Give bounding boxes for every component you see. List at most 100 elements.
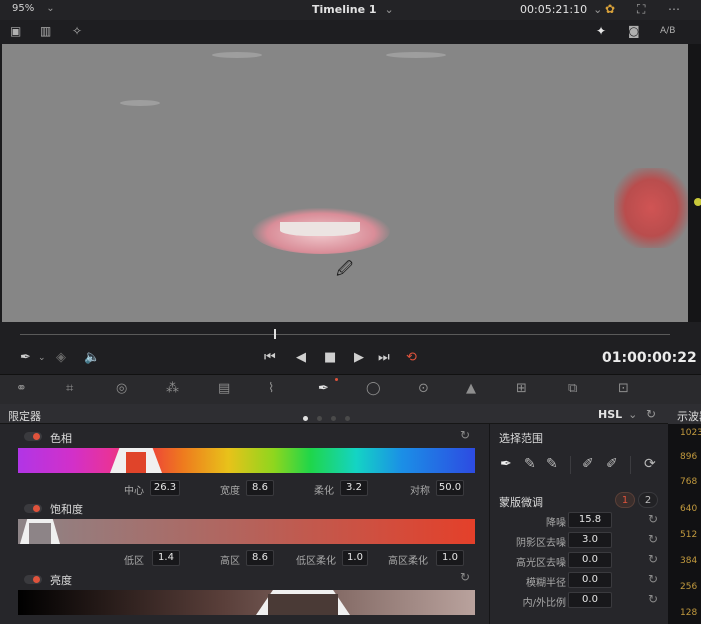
blur-radius-field[interactable]: 0.0: [568, 572, 612, 588]
hue-label: 色相: [50, 432, 72, 445]
highlight-denoise-field[interactable]: 0.0: [568, 552, 612, 568]
ab-compare-button[interactable]: A/B: [660, 26, 675, 36]
qualifier-mode-dropdown[interactable]: HSL ⌄: [598, 408, 637, 421]
scrubber-track[interactable]: [20, 334, 670, 335]
hue-range-bar[interactable]: [18, 448, 475, 473]
chevron-down-icon[interactable]: ⌄: [38, 353, 46, 363]
hue-center-field[interactable]: 26.3: [150, 480, 180, 496]
eyedropper-picker-icon[interactable]: ✒: [500, 456, 512, 472]
hue-symmetry-field[interactable]: 50.0: [436, 480, 464, 496]
key-icon[interactable]: ⊞: [516, 381, 527, 396]
hue-params-row: 中心 26.3 宽度 8.6 柔化 3.2 对称 50.0: [0, 480, 475, 497]
luminance-reset-icon[interactable]: ↻: [460, 570, 470, 584]
saturation-range-handle[interactable]: [20, 519, 60, 544]
magic-wand-icon[interactable]: ✧: [72, 24, 82, 38]
blur-radius-reset-icon[interactable]: ↻: [648, 572, 658, 586]
playhead[interactable]: [274, 329, 276, 339]
matte-mode-1-button[interactable]: 1: [615, 492, 635, 508]
denoise-reset-icon[interactable]: ↻: [648, 512, 658, 526]
saturation-range-bar[interactable]: [18, 519, 475, 544]
timeline-selector[interactable]: Timeline 1 ⌄: [312, 3, 394, 16]
play-icon[interactable]: ▶: [354, 350, 364, 365]
qualifier-title: 限定器: [8, 410, 41, 423]
hue-toggle[interactable]: [24, 432, 42, 441]
brow-shadow: [120, 100, 160, 106]
transport-bar: ✒ ⌄ ◈ 🔈 ⏮ ◀ ■ ▶ ⏭ ⟲ 01:00:00:22: [0, 322, 701, 374]
color-wheels-icon[interactable]: ◎: [116, 381, 127, 396]
viewer-side-strip: [688, 44, 701, 322]
hue-width-field[interactable]: 8.6: [246, 480, 274, 496]
luminance-range-bar[interactable]: [18, 590, 475, 615]
color-wheel-icon[interactable]: ✿: [605, 2, 615, 16]
scope-tick-label: 384: [680, 556, 698, 566]
play-reverse-icon[interactable]: ◀: [296, 350, 306, 365]
denoise-field[interactable]: 15.8: [568, 512, 612, 528]
split-viewer-icon[interactable]: ▥: [40, 24, 51, 38]
zoom-dropdown[interactable]: 95% ⌄: [12, 3, 55, 14]
sat-low-field[interactable]: 1.4: [152, 550, 180, 566]
highlight-denoise-reset-icon[interactable]: ↻: [648, 552, 658, 566]
shadow-denoise-field[interactable]: 3.0: [568, 532, 612, 548]
motion-effects-icon[interactable]: ▤: [218, 381, 230, 396]
qualifier-icon[interactable]: ✒: [318, 381, 329, 396]
fullscreen-icon[interactable]: ⛶: [637, 2, 645, 17]
shadow-denoise-label: 阴影区去噪: [516, 538, 566, 549]
hue-reset-icon[interactable]: ↻: [460, 428, 470, 442]
scope-title: 示波器: [668, 404, 701, 424]
sat-high-field[interactable]: 8.6: [246, 550, 274, 566]
in-out-ratio-reset-icon[interactable]: ↻: [648, 592, 658, 606]
loop-icon[interactable]: ⟲: [406, 350, 417, 365]
volume-icon[interactable]: 🔈: [84, 350, 100, 365]
cheek-highlight: [614, 168, 688, 248]
hue-soft-field[interactable]: 3.2: [340, 480, 368, 496]
highlight-denoise-label: 高光区去噪: [516, 558, 566, 569]
blur-radius-label: 模糊半径: [526, 578, 566, 589]
side-handle[interactable]: [694, 198, 701, 206]
qualifier-header: 限定器 HSL ⌄ ↻: [0, 404, 668, 424]
viewer-top-bar: 95% ⌄ Timeline 1 ⌄ 00:05:21:10 ⌄ ✿ ⛶ ⋯: [0, 0, 701, 20]
video-viewer[interactable]: 🖉: [2, 44, 688, 322]
source-timecode[interactable]: 00:05:21:10 ⌄: [520, 3, 602, 16]
eyedropper-plus-icon[interactable]: ✎: [546, 456, 558, 472]
camera-raw-icon[interactable]: ⚭: [16, 381, 27, 396]
shadow-denoise-reset-icon[interactable]: ↻: [648, 532, 658, 546]
invert-icon[interactable]: ⟳: [644, 456, 656, 472]
tracker-icon[interactable]: ⊙: [418, 381, 429, 396]
single-viewer-icon[interactable]: ▣: [10, 24, 21, 38]
stop-icon[interactable]: ■: [324, 350, 336, 365]
reset-icon[interactable]: ↻: [646, 407, 656, 421]
luminance-range-handle[interactable]: [256, 590, 350, 615]
camera-icon[interactable]: ◙: [628, 24, 640, 38]
blur-icon[interactable]: ▲: [466, 381, 476, 396]
luminance-toggle[interactable]: [24, 575, 42, 584]
rgb-mixer-icon[interactable]: ⁂: [166, 381, 179, 396]
layers-icon[interactable]: ◈: [56, 350, 66, 365]
eye-shadow: [212, 52, 262, 58]
page-indicator[interactable]: [303, 411, 359, 424]
softness-minus-icon[interactable]: ✐: [582, 456, 594, 472]
eyedropper-minus-icon[interactable]: ✎: [524, 456, 536, 472]
saturation-toggle[interactable]: [24, 504, 42, 513]
more-options-icon[interactable]: ⋯: [668, 2, 680, 16]
curves-icon[interactable]: ⌇: [268, 381, 274, 396]
sat-high-soft-field[interactable]: 1.0: [436, 550, 464, 566]
matte-mode-2-button[interactable]: 2: [638, 492, 658, 508]
sat-low-soft-field[interactable]: 1.0: [342, 550, 368, 566]
skip-forward-icon[interactable]: ⏭: [378, 350, 390, 365]
hue-range-handle[interactable]: [110, 448, 162, 473]
eyedropper-tool-icon[interactable]: ✒: [20, 350, 31, 365]
scope-tick-label: 512: [680, 530, 698, 540]
in-out-ratio-field[interactable]: 0.0: [568, 592, 612, 608]
sizing-icon[interactable]: ⧉: [568, 381, 577, 396]
3d-icon[interactable]: ⊡: [618, 381, 629, 396]
scope-tick-label: 768: [680, 477, 698, 487]
hue-width-label: 宽度: [220, 486, 240, 497]
highlight-denoise-row: 高光区去噪 0.0 ↻: [490, 552, 668, 569]
skip-back-icon[interactable]: ⏮: [264, 350, 276, 365]
sparkle-icon[interactable]: ✦: [596, 24, 606, 38]
color-palette-bar: ⚭ ⌗ ◎ ⁂ ▤ ⌇ ✒ ◯ ⊙ ▲ ⊞ ⧉ ⊡: [0, 374, 701, 404]
window-icon[interactable]: ◯: [366, 381, 381, 396]
color-match-icon[interactable]: ⌗: [66, 381, 73, 396]
softness-plus-icon[interactable]: ✐: [606, 456, 618, 472]
matte-finesse-title: 蒙版微调: [499, 496, 543, 509]
